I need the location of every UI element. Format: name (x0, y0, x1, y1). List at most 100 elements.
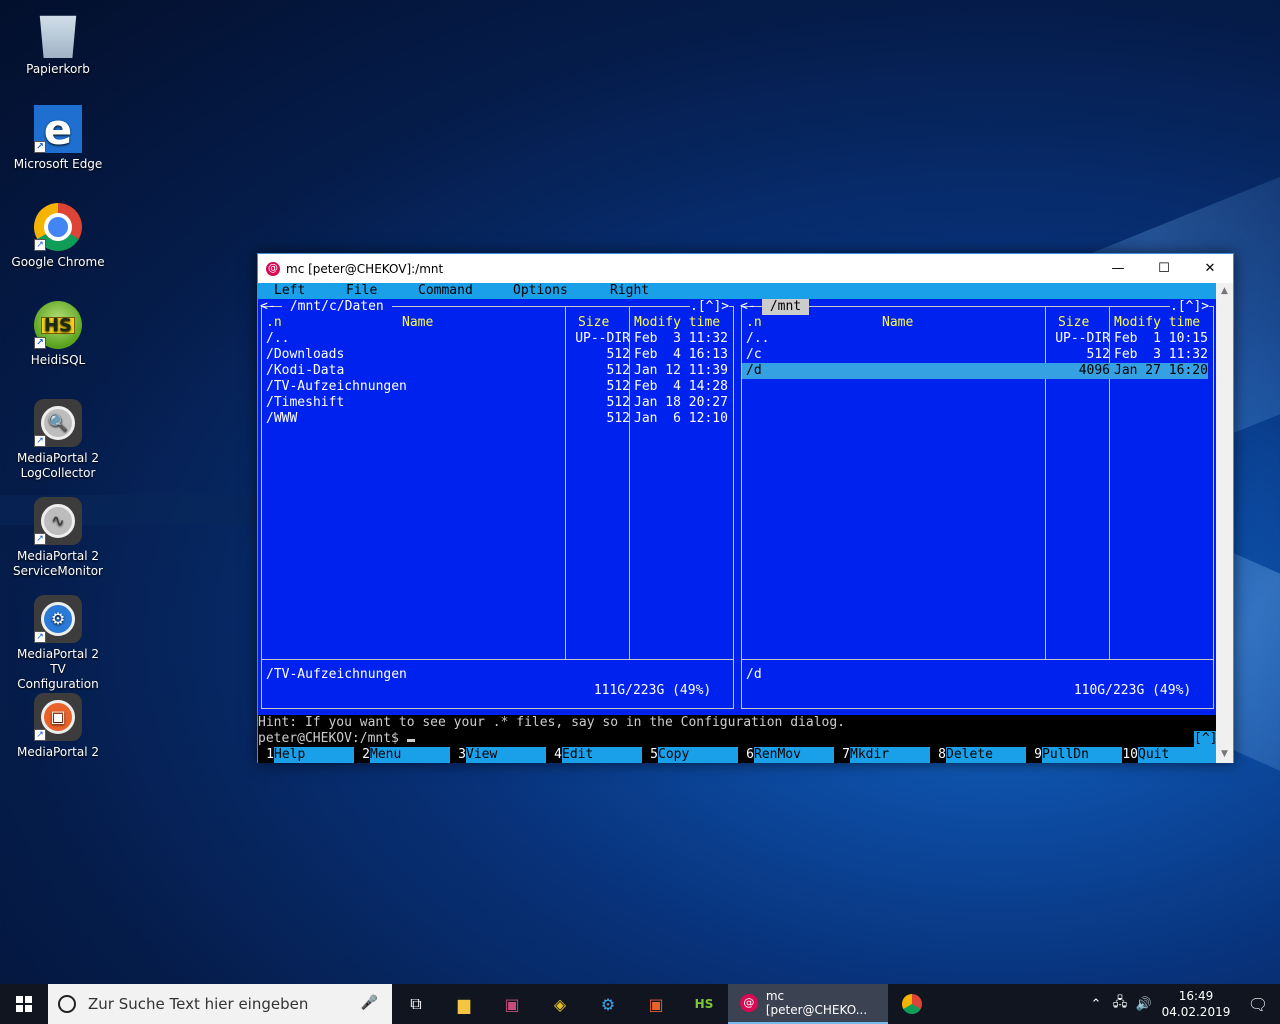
fkey-label: Edit (562, 747, 642, 763)
system-tray: ⌃ 🖧 🔊 16:49 04.02.2019 🗨 (1084, 984, 1280, 1024)
scroll-down-arrow-icon[interactable]: ▼ (1216, 746, 1233, 763)
minimize-button[interactable]: — (1095, 254, 1141, 283)
mini-status: /d (746, 667, 762, 682)
panel-corner-controls[interactable]: .[^]> (690, 299, 730, 315)
chrome-icon[interactable] (888, 984, 936, 1024)
left-panel[interactable]: <- /mnt/c/Daten .[^]> .n Name Size Modif… (258, 299, 738, 715)
desktop-icon-mp2-tvconfig[interactable]: ⚙ ↗ MediaPortal 2 TV Configuration (8, 595, 108, 692)
file-time: Feb 4 14:28 (634, 379, 728, 394)
file-name: /Timeshift (266, 395, 345, 410)
panel-nav-arrow[interactable]: <- (740, 299, 756, 315)
network-icon[interactable]: 🖧 (1108, 993, 1132, 1015)
fkey-label: Quit (1138, 747, 1217, 763)
start-button[interactable] (0, 984, 48, 1024)
clock[interactable]: 16:49 04.02.2019 (1156, 988, 1236, 1020)
volume-icon[interactable]: 🔊 (1132, 997, 1156, 1012)
microphone-icon[interactable]: 🎤 (361, 995, 378, 1011)
close-button[interactable]: ✕ (1187, 254, 1233, 283)
fkey-label: RenMov (754, 747, 834, 763)
desktop-icon-heidisql[interactable]: HS ↗ HeidiSQL (8, 301, 108, 368)
debian-swirl-icon: @ (266, 261, 280, 276)
menu-right[interactable]: Right (610, 283, 649, 299)
desktop-icon-papierkorb[interactable]: Papierkorb (8, 10, 108, 77)
menu-file[interactable]: File (346, 283, 377, 299)
file-row[interactable]: /c 512 Feb 3 11:32 (742, 347, 1213, 363)
heidisql-icon[interactable]: HS (680, 984, 728, 1024)
shell-prompt[interactable]: peter@CHEKOV:/mnt$ (258, 731, 415, 747)
fkey-label: Delete (946, 747, 1026, 763)
mediaportal-icon[interactable]: ▣ (632, 984, 680, 1024)
recycle-bin-icon (39, 15, 77, 58)
column-header-size[interactable]: Size (578, 315, 609, 331)
taskbar-app-label: mc [peter@CHEKO... (765, 989, 868, 1017)
file-time: Feb 4 16:13 (634, 347, 728, 362)
chevron-up-icon[interactable]: ⌃ (1084, 997, 1108, 1012)
menu-left[interactable]: Left (274, 283, 305, 299)
file-size: 4096 (1078, 363, 1110, 378)
menu-command[interactable]: Command (418, 283, 473, 299)
column-header-size[interactable]: Size (1058, 315, 1089, 331)
desktop-icon-label: Papierkorb (26, 62, 90, 76)
desktop-icon-label: MediaPortal 2 (17, 745, 99, 759)
file-row[interactable]: /Kodi-Data 512 Jan 12 11:39 (262, 363, 733, 379)
fkey-label: View (466, 747, 546, 763)
column-header-time[interactable]: Modify time (1114, 315, 1200, 331)
mc-window: @ mc [peter@CHEKOV]:/mnt — ☐ ✕ Left File… (257, 253, 1234, 763)
taskbar-app-mc[interactable]: @ mc [peter@CHEKO... (728, 984, 888, 1024)
task-view-icon[interactable]: ⧉ (392, 984, 440, 1024)
panel-corner-controls[interactable]: .[^]> (1170, 299, 1210, 315)
right-panel[interactable]: <- /mnt .[^]> .n Name Size Modify time /… (738, 299, 1217, 715)
cortana-icon (58, 995, 76, 1013)
file-row[interactable]: /Downloads 512 Feb 4 16:13 (262, 347, 733, 363)
taskbar-search-box[interactable]: Zur Suche Text hier eingeben 🎤 (48, 984, 392, 1024)
file-row[interactable]: /.. UP--DIR Feb 3 11:32 (262, 331, 733, 347)
desktop-icon-label: MediaPortal 2 TV Configuration (17, 647, 99, 691)
window-titlebar[interactable]: @ mc [peter@CHEKOV]:/mnt — ☐ ✕ (258, 254, 1233, 283)
panel-nav-arrow[interactable]: <- (260, 299, 276, 315)
maximize-button[interactable]: ☐ (1141, 254, 1187, 283)
notification-icon[interactable]: 🗨 (1236, 995, 1280, 1014)
file-time: Jan 12 11:39 (634, 363, 728, 378)
desktop-icon-edge[interactable]: e ↗ Microsoft Edge (8, 105, 108, 172)
file-size: 512 (1086, 347, 1110, 362)
terminal-area[interactable]: Left File Command Options Right <- /mnt/… (258, 283, 1217, 763)
fkey-number: 8 (930, 747, 946, 763)
media-tool-icon[interactable]: ◈ (536, 984, 584, 1024)
right-panel-path[interactable]: /mnt (762, 299, 809, 315)
mini-status: /TV-Aufzeichnungen (266, 667, 407, 682)
desktop-icon-mp2[interactable]: ▣ ↗ MediaPortal 2 (8, 693, 108, 760)
file-name: /Downloads (266, 347, 345, 362)
edge-icon: e ↗ (34, 105, 82, 153)
file-time: Feb 3 11:32 (1114, 347, 1208, 362)
save-disk-icon[interactable]: ▣ (488, 984, 536, 1024)
shortcut-arrow-icon: ↗ (34, 141, 46, 153)
left-panel-path[interactable]: /mnt/c/Daten (282, 299, 392, 315)
fkey-number: 1 (258, 747, 274, 763)
mediaportal-tvconfig-icon[interactable]: ⚙ (584, 984, 632, 1024)
window-scrollbar[interactable]: ▲ ▼ (1216, 283, 1233, 763)
sort-indicator[interactable]: .n (746, 315, 762, 331)
desktop-icon-mp2-servicemonitor[interactable]: ∿ ↗ MediaPortal 2 ServiceMonitor (8, 497, 108, 579)
file-explorer-icon[interactable]: ▆ (440, 984, 488, 1024)
desktop-icon-mp2-logcollector[interactable]: 🔍 ↗ MediaPortal 2 LogCollector (8, 399, 108, 481)
file-row[interactable]: /.. UP--DIR Feb 1 10:15 (742, 331, 1213, 347)
command-history-button[interactable]: [^] (1194, 731, 1217, 747)
fkey-label: PullDn (1042, 747, 1122, 763)
file-row[interactable]: /WWW 512 Jan 6 12:10 (262, 411, 733, 427)
file-time: Jan 27 16:20 (1114, 363, 1208, 378)
file-name: /TV-Aufzeichnungen (266, 379, 407, 394)
column-header-name[interactable]: Name (402, 315, 433, 331)
scroll-up-arrow-icon[interactable]: ▲ (1216, 283, 1233, 300)
fkey-label: Mkdir (850, 747, 930, 763)
mediaportal-tvconfig-icon: ⚙ ↗ (34, 595, 82, 643)
menu-options[interactable]: Options (513, 283, 568, 299)
file-name: /.. (266, 331, 290, 346)
file-row[interactable]: /Timeshift 512 Jan 18 20:27 (262, 395, 733, 411)
file-row[interactable]: /TV-Aufzeichnungen 512 Feb 4 14:28 (262, 379, 733, 395)
column-header-name[interactable]: Name (882, 315, 913, 331)
column-header-time[interactable]: Modify time (634, 315, 720, 331)
heidisql-icon: HS ↗ (34, 301, 82, 349)
file-row-selected[interactable]: /d 4096 Jan 27 16:20 (742, 363, 1208, 379)
desktop-icon-chrome[interactable]: ↗ Google Chrome (8, 203, 108, 270)
sort-indicator[interactable]: .n (266, 315, 282, 331)
